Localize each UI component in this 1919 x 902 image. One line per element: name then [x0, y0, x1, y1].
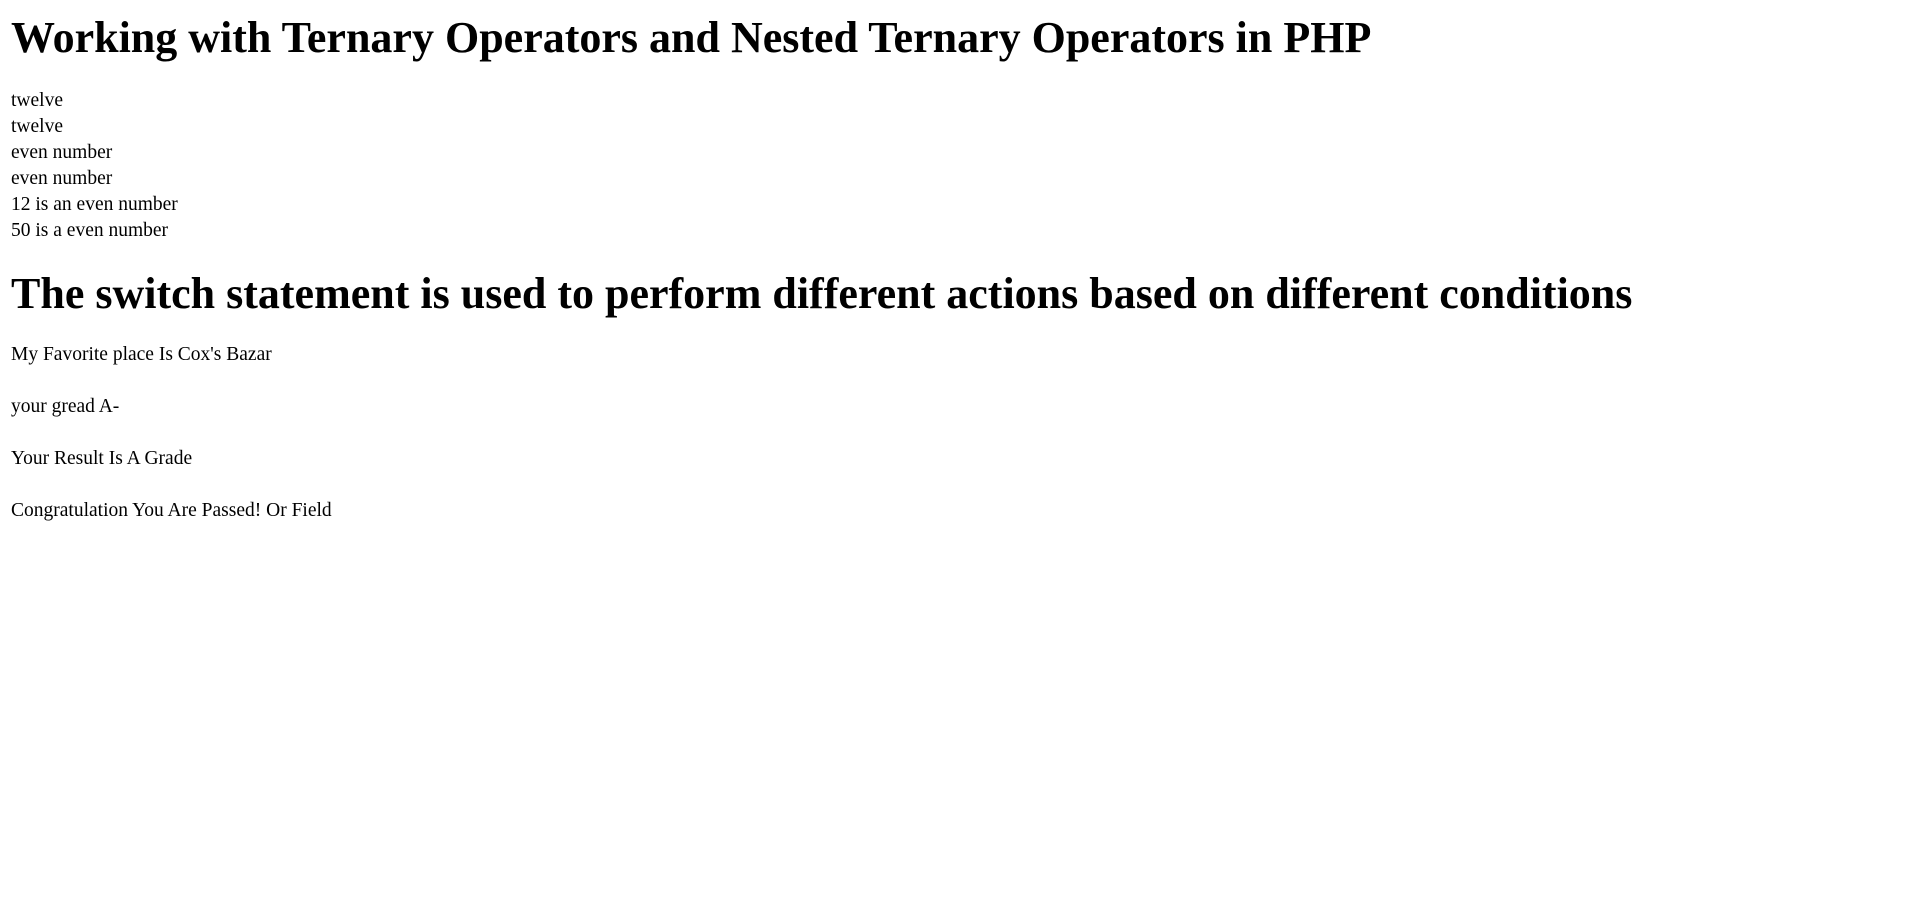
- output-line: twelve: [11, 90, 63, 111]
- output-line: even number: [11, 142, 113, 163]
- output-line: twelve: [11, 116, 63, 137]
- output-line: 12 is an even number: [11, 194, 178, 215]
- output-line: even number: [11, 168, 113, 189]
- output-paragraph: My Favorite place Is Cox's Bazar: [11, 344, 272, 365]
- output-line: 50 is a even number: [11, 220, 169, 241]
- ternary-heading: Working with Ternary Operators and Neste…: [11, 13, 1372, 62]
- output-paragraph: your gread A-: [11, 396, 120, 417]
- output-paragraph: Congratulation You Are Passed! Or Field: [11, 500, 332, 521]
- switch-heading: The switch statement is used to perform …: [11, 269, 1633, 318]
- ternary-output: twelve twelve even number even number 12…: [11, 88, 1908, 244]
- switch-output: My Favorite place Is Cox's Bazar your gr…: [11, 342, 1908, 524]
- output-paragraph: Your Result Is A Grade: [11, 448, 193, 469]
